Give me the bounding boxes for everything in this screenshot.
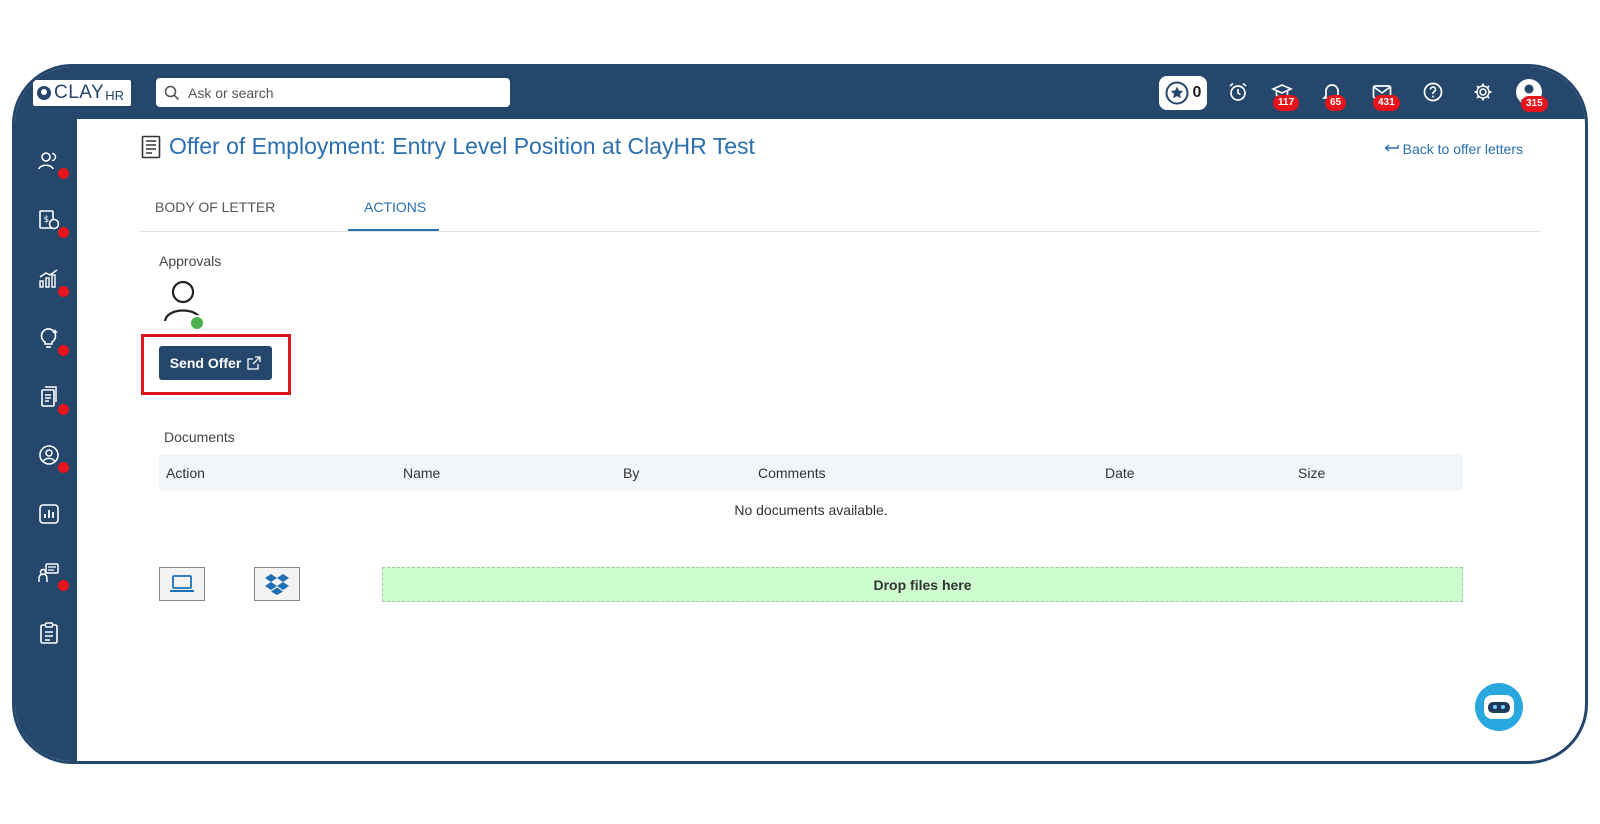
tab-bar: BODY OF LETTER ACTIONS: [139, 186, 1541, 232]
drop-zone-label: Drop files here: [873, 576, 972, 593]
sidebar-item-performance[interactable]: [35, 265, 69, 297]
upload-from-computer-button[interactable]: [159, 567, 205, 601]
sidebar-alert-dot: [58, 168, 69, 179]
sidebar-alert-dot: [58, 404, 69, 415]
sidebar-item-checklist[interactable]: [35, 619, 63, 647]
document-dollar-icon: $: [39, 210, 60, 230]
logo-mark-icon: [37, 86, 51, 100]
notifications-badge: 65: [1325, 95, 1347, 111]
back-to-offer-letters-link[interactable]: Back to offer letters: [1383, 141, 1523, 157]
growth-chart-icon: [39, 269, 58, 288]
clipboard-icon: [40, 622, 58, 644]
user-circle-icon: [39, 445, 59, 465]
sidebar-item-ideas[interactable]: [35, 324, 69, 356]
profile-button[interactable]: 315: [1515, 78, 1548, 112]
page-header: Offer of Employment: Entry Level Positio…: [141, 133, 755, 160]
documents-label: Documents: [164, 429, 235, 445]
robot-icon: [1484, 695, 1514, 719]
tab-body-of-letter[interactable]: BODY OF LETTER: [155, 199, 275, 215]
file-drop-zone[interactable]: Drop files here: [382, 567, 1463, 602]
empty-state-text: No documents available.: [734, 502, 888, 518]
sidebar-alert-dot: [58, 286, 69, 297]
page-title: Offer of Employment: Entry Level Positio…: [169, 133, 755, 159]
help-icon: [1423, 82, 1443, 102]
sidebar-alert-dot: [58, 462, 69, 473]
clayhr-logo[interactable]: CLAY HR: [33, 80, 131, 106]
approval-status-icon: [189, 315, 205, 331]
column-header-size: Size: [1298, 465, 1326, 481]
search-box[interactable]: [156, 78, 510, 107]
column-header-by: By: [623, 465, 640, 481]
sidebar-alert-dot: [58, 345, 69, 356]
logo-suffix: HR: [105, 87, 125, 103]
top-bar: CLAY HR 0 117 65 431: [15, 67, 1585, 119]
external-link-icon: [247, 356, 261, 370]
messages-badge: 431: [1373, 95, 1400, 111]
settings-button[interactable]: [1470, 79, 1496, 105]
documents-table-header: Action Name By Comments Date Size: [159, 454, 1463, 491]
files-icon: [41, 386, 57, 407]
back-arrow-icon: [1384, 144, 1399, 152]
tab-actions[interactable]: ACTIONS: [364, 199, 426, 215]
gear-icon: [1474, 83, 1492, 101]
search-input[interactable]: [188, 84, 488, 101]
send-offer-button[interactable]: Send Offer: [159, 346, 272, 380]
points-count: 0: [1192, 84, 1202, 101]
column-header-comments: Comments: [758, 465, 826, 481]
back-link-label: Back to offer letters: [1402, 141, 1523, 157]
courses-badge: 117: [1273, 95, 1300, 111]
sidebar: $: [15, 119, 77, 761]
sidebar-item-documents[interactable]: [35, 383, 69, 415]
sidebar-item-profile[interactable]: [35, 441, 69, 473]
messages-button[interactable]: 431: [1369, 79, 1400, 111]
sidebar-item-payroll[interactable]: $: [35, 206, 69, 238]
column-header-action: Action: [166, 465, 205, 481]
sidebar-alert-dot: [58, 227, 69, 238]
sidebar-item-people[interactable]: [35, 147, 69, 179]
profile-badge: 315: [1521, 96, 1548, 112]
sidebar-alert-dot: [58, 580, 69, 591]
points-button[interactable]: 0: [1159, 76, 1207, 110]
chatbot-button[interactable]: [1475, 683, 1523, 731]
approvals-label: Approvals: [159, 253, 222, 269]
logo-text: CLAY: [54, 82, 105, 103]
send-offer-label: Send Offer: [169, 355, 242, 371]
people-icon: [38, 152, 57, 170]
laptop-icon: [170, 575, 194, 592]
document-icon: [141, 135, 161, 158]
lightbulb-icon: [40, 328, 58, 348]
dropbox-icon: [265, 574, 289, 595]
svg-text:$: $: [44, 215, 50, 225]
main-content: Offer of Employment: Entry Level Positio…: [77, 119, 1585, 761]
column-header-name: Name: [403, 465, 441, 481]
presentation-icon: [38, 563, 59, 582]
app-window: CLAY HR 0 117 65 431: [12, 64, 1588, 764]
documents-table: Action Name By Comments Date Size No doc…: [159, 454, 1463, 518]
bar-chart-icon: [39, 504, 59, 524]
sidebar-item-training[interactable]: [35, 559, 69, 591]
notifications-button[interactable]: 65: [1319, 79, 1347, 111]
approver-avatar[interactable]: [163, 279, 209, 331]
active-tab-indicator: [348, 229, 439, 231]
column-header-date: Date: [1105, 465, 1135, 481]
alarm-button[interactable]: [1225, 79, 1251, 105]
star-icon: [1165, 81, 1189, 105]
sidebar-item-reports[interactable]: [35, 500, 63, 528]
courses-button[interactable]: 117: [1269, 79, 1300, 111]
search-icon: [164, 85, 180, 100]
upload-from-dropbox-button[interactable]: [254, 567, 300, 601]
alarm-clock-icon: [1229, 82, 1247, 101]
help-button[interactable]: [1420, 79, 1446, 105]
